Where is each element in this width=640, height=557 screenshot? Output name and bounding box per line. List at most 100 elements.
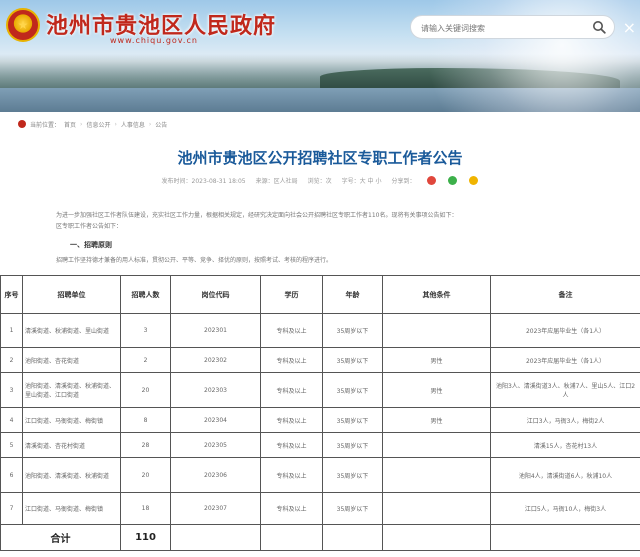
cell-age: 35周岁以下 [322, 347, 383, 373]
cell-empty [170, 524, 261, 551]
view-count: 浏览：次 [307, 178, 332, 185]
cell-other [382, 492, 491, 525]
cell-count: 2 [120, 347, 171, 373]
table-row: 6 池阳街道、清溪街道、秋浦街道 20 202306 专科及以上 35周岁以下 … [0, 457, 640, 493]
table-row: 3 池阳街道、清溪街道、秋浦街道、里山街道、江口街道 20 202303 专科及… [0, 372, 640, 408]
table-total-row: 合计 110 [0, 524, 640, 551]
cell-note: 清溪15人，杏花村13人 [490, 432, 640, 458]
cell-other: 男性 [382, 407, 491, 433]
cell-age: 35周岁以下 [322, 372, 383, 408]
emblem-icon: ★ [6, 8, 40, 42]
site-url: www.chiqu.gov.cn [110, 36, 198, 45]
font-size-switch[interactable]: 字号：大 中 小 [342, 176, 382, 185]
section-heading: 一、招聘原则 [70, 241, 112, 249]
publish-date: 发布时间：2023-08-31 18:05 [161, 178, 246, 185]
cell-code: 202302 [170, 347, 261, 373]
recruitment-table: 序号 招聘单位 招聘人数 岗位代码 学历 年龄 其他条件 备注 1 清溪街道、秋… [0, 275, 640, 551]
article-source: 来源：区人社局 [255, 178, 298, 185]
close-icon[interactable]: × [623, 18, 636, 37]
cell-age: 35周岁以下 [322, 432, 383, 458]
cell-edu: 专科及以上 [260, 313, 323, 348]
column-header: 招聘人数 [120, 275, 171, 314]
cell-unit: 江口街道、马衙街道、梅街镇 [22, 407, 121, 433]
breadcrumb-item[interactable]: 人事信息 [121, 120, 145, 129]
total-label: 合计 [0, 524, 121, 551]
column-header: 其他条件 [382, 275, 491, 314]
total-value: 110 [120, 524, 171, 551]
search-box[interactable] [410, 15, 615, 39]
cell-code: 202301 [170, 313, 261, 348]
cell-code: 202306 [170, 457, 261, 493]
cell-unit: 池阳街道、杏花街道 [22, 347, 121, 373]
search-icon[interactable] [592, 20, 606, 34]
cell-note: 池阳3人、清溪街道3人、秋浦7人、里山5人、江口2人 [490, 372, 640, 408]
cell-empty [260, 524, 323, 551]
section-body: 招聘工作坚持德才兼备的用人标准，贯彻公开、平等、竞争、择优的原则，按照考试、考核… [56, 257, 333, 264]
article-title: 池州市贵池区公开招聘社区专职工作者公告 [177, 149, 463, 167]
cell-age: 35周岁以下 [322, 457, 383, 493]
cell-no: 6 [0, 457, 23, 493]
cell-edu: 专科及以上 [260, 492, 323, 525]
cell-code: 202304 [170, 407, 261, 433]
breadcrumb-separator: › [114, 120, 117, 128]
article-meta: 发布时间：2023-08-31 18:05 来源：区人社局 浏览：次 字号：大 … [0, 176, 640, 185]
table-row: 2 池阳街道、杏花街道 2 202302 专科及以上 35周岁以下 男性 202… [0, 347, 640, 373]
cell-other: 男性 [382, 372, 491, 408]
cell-empty [322, 524, 383, 551]
intro-line: 为进一步加强社区工作者队伍建设，充实社区工作力量，根据相关规定，经研究决定面向社… [56, 212, 458, 219]
share-weibo-icon[interactable] [427, 176, 437, 185]
cell-unit: 池阳街道、清溪街道、秋浦街道、里山街道、江口街道 [22, 372, 121, 408]
intro-line: 区专职工作者公告如下： [56, 223, 123, 230]
table-row: 7 江口街道、马衙街道、梅街镇 18 202307 专科及以上 35周岁以下 江… [0, 492, 640, 525]
table-row: 4 江口街道、马衙街道、梅街镇 8 202304 专科及以上 35周岁以下 男性… [0, 407, 640, 433]
breadcrumb-item[interactable]: 公告 [155, 120, 167, 129]
cell-other [382, 432, 491, 458]
breadcrumb-item: 当前位置： [30, 121, 61, 129]
column-header: 年龄 [322, 275, 383, 314]
cell-no: 4 [0, 407, 23, 433]
cell-edu: 专科及以上 [260, 347, 323, 373]
column-header: 招聘单位 [22, 275, 121, 314]
cell-code: 202303 [170, 372, 261, 408]
cell-empty [490, 524, 640, 551]
cell-note: 2023年应届毕业生（各1人） [490, 313, 640, 348]
cell-code: 202305 [170, 432, 261, 458]
home-icon[interactable] [18, 120, 26, 128]
cell-age: 35周岁以下 [322, 407, 383, 433]
cell-count: 18 [120, 492, 171, 525]
search-input[interactable] [421, 20, 586, 36]
column-header: 学历 [260, 275, 323, 314]
cell-note: 江口5人，马衙10人，梅街3人 [490, 492, 640, 525]
column-header: 备注 [490, 275, 640, 314]
share-wechat-icon[interactable] [448, 176, 458, 185]
cell-empty [382, 524, 491, 551]
cell-note: 2023年应届毕业生（各1人） [490, 347, 640, 373]
cell-code: 202307 [170, 492, 261, 525]
cell-unit: 清溪街道、杏花村街道 [22, 432, 121, 458]
cell-note: 池阳4人，清溪街道6人，秋浦10人 [490, 457, 640, 493]
share-label: 分享到： [391, 178, 416, 185]
cell-count: 8 [120, 407, 171, 433]
cell-no: 2 [0, 347, 23, 373]
cell-age: 35周岁以下 [322, 313, 383, 348]
cell-count: 20 [120, 372, 171, 408]
cell-note: 江口3人，马衙3人，梅街2人 [490, 407, 640, 433]
breadcrumb-item[interactable]: 信息公开 [86, 120, 110, 129]
cell-unit: 清溪街道、秋浦街道、里山街道 [22, 313, 121, 348]
table-row: 1 清溪街道、秋浦街道、里山街道 3 202301 专科及以上 35周岁以下 2… [0, 313, 640, 348]
cell-no: 3 [0, 372, 23, 408]
cell-count: 3 [120, 313, 171, 348]
breadcrumb: 当前位置： 首页 › 信息公开 › 人事信息 › 公告 [18, 118, 167, 130]
cell-edu: 专科及以上 [260, 457, 323, 493]
breadcrumb-separator: › [80, 120, 83, 128]
site-banner: ★ 池州市贵池区人民政府 www.chiqu.gov.cn × [0, 0, 640, 112]
share-qzone-icon[interactable] [469, 176, 479, 185]
breadcrumb-item[interactable]: 首页 [64, 120, 76, 129]
cell-edu: 专科及以上 [260, 372, 323, 408]
cell-other: 男性 [382, 347, 491, 373]
cell-no: 1 [0, 313, 23, 348]
cell-count: 20 [120, 457, 171, 493]
cell-no: 5 [0, 432, 23, 458]
cell-unit: 池阳街道、清溪街道、秋浦街道 [22, 457, 121, 493]
cell-age: 35周岁以下 [322, 492, 383, 525]
